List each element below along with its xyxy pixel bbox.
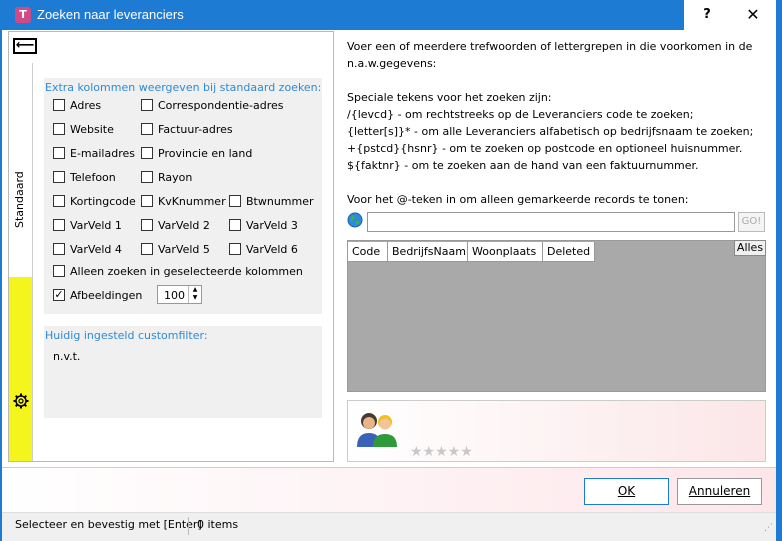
help-line: /{levcd} - om rechtstreeks op de Leveran… (347, 108, 694, 121)
status-hint: Selecteer en bevestig met [Enter] (15, 518, 202, 531)
help-line: Speciale tekens voor het zoeken zijn: (347, 91, 552, 104)
checkbox-box[interactable] (53, 99, 65, 111)
checkbox-varveld-1[interactable]: VarVeld 1 (53, 218, 122, 232)
window-title: Zoeken naar leveranciers (37, 7, 184, 22)
column-header-woonplaats[interactable]: Woonplaats (468, 242, 543, 262)
checkbox-correspondentie-adres[interactable]: Correspondentie-adres (141, 98, 284, 112)
ok-label: OK (617, 484, 636, 498)
checkbox-rayon[interactable]: Rayon (141, 170, 192, 184)
close-button[interactable]: ✕ (730, 0, 776, 30)
column-header-deleted[interactable]: Deleted (543, 242, 595, 262)
tab-settings[interactable] (9, 277, 33, 461)
tab-standaard[interactable]: Standaard (9, 63, 33, 277)
go-button[interactable]: GO! (738, 212, 765, 232)
checkbox-kortingcode[interactable]: Kortingcode (53, 194, 136, 208)
status-separator (188, 517, 189, 535)
checkbox-box[interactable] (53, 171, 65, 183)
checkbox-box[interactable] (141, 99, 153, 111)
column-header-code[interactable]: Code (348, 242, 388, 262)
status-bar: Selecteer en bevestig met [Enter] 0 item… (2, 512, 776, 541)
column-header-bedrijfsnaam[interactable]: BedrijfsNaam (388, 242, 468, 262)
image-size-value[interactable]: 100 (164, 289, 185, 302)
checkbox-varveld-6[interactable]: VarVeld 6 (229, 242, 298, 256)
checkbox-telefoon[interactable]: Telefoon (53, 170, 116, 184)
stepper-arrows[interactable]: ▲ ▼ (188, 286, 201, 303)
custom-filter-title: Huidig ingesteld customfilter: (45, 329, 208, 342)
collapse-panel-button[interactable]: ⟵ (13, 38, 37, 54)
photo-panel: ★★★★★ (347, 400, 766, 462)
cancel-button[interactable]: Annuleren (677, 478, 762, 505)
image-size-stepper[interactable]: 100 ▲ ▼ (157, 285, 202, 304)
checkbox-factuur-adres[interactable]: Factuur-adres (141, 122, 233, 136)
results-grid[interactable]: Code BedrijfsNaam Woonplaats Deleted (347, 240, 766, 392)
checkbox-alleen-geselecteerde-kolommen[interactable]: Alleen zoeken in geselecteerde kolommen (53, 264, 303, 278)
window-border-left (0, 30, 2, 541)
checkbox-box[interactable] (53, 123, 65, 135)
checkbox-box[interactable] (53, 265, 65, 277)
checkbox-e-mailadres[interactable]: E-mailadres (53, 146, 135, 160)
checkbox-box-checked[interactable]: ✓ (53, 289, 65, 301)
vertical-tab-strip: Standaard (9, 63, 33, 461)
checkbox-box[interactable] (141, 147, 153, 159)
checkbox-varveld-2[interactable]: VarVeld 2 (141, 218, 210, 232)
help-line: {letter[s]}* - om alle Leveranciers alfa… (347, 125, 754, 138)
status-count: 0 items (197, 518, 239, 531)
rating-stars[interactable]: ★★★★★ (410, 444, 473, 460)
checkbox-box[interactable] (141, 219, 153, 231)
checkbox-box[interactable] (141, 123, 153, 135)
options-panel: ⟵ Standaard Extra kolommen weergeven bij… (8, 31, 334, 462)
checkbox-afbeeldingen[interactable]: ✓ Afbeeldingen (53, 288, 142, 302)
checkbox-kvknummer[interactable]: KvKnummer (141, 194, 226, 208)
checkbox-box[interactable] (229, 219, 241, 231)
help-line: Voer een of meerdere trefwoorden of lett… (347, 40, 753, 53)
checkbox-varveld-3[interactable]: VarVeld 3 (229, 218, 298, 232)
tab-standaard-label: Standaard (13, 171, 26, 228)
resize-grip-icon[interactable]: ⋰ (764, 523, 773, 533)
help-button[interactable]: ? (684, 0, 730, 30)
checkbox-box[interactable] (53, 243, 65, 255)
checkbox-website[interactable]: Website (53, 122, 114, 136)
checkbox-varveld-5[interactable]: VarVeld 5 (141, 242, 210, 256)
checkbox-btwnummer[interactable]: Btwnummer (229, 194, 314, 208)
extra-columns-section: Extra kolommen weergeven bij standaard z… (44, 78, 322, 314)
checkbox-varveld-4[interactable]: VarVeld 4 (53, 242, 122, 256)
checkbox-box[interactable] (53, 147, 65, 159)
app-icon: T (15, 7, 31, 23)
checkbox-box[interactable] (141, 195, 153, 207)
custom-filter-section: Huidig ingesteld customfilter: n.v.t. (44, 326, 322, 418)
help-line: +{pstcd}{hsnr} - om te zoeken op postcod… (347, 142, 743, 155)
gear-icon[interactable] (13, 393, 29, 409)
extra-columns-title: Extra kolommen weergeven bij standaard z… (45, 81, 322, 94)
globe-icon (347, 212, 363, 228)
title-bar: T Zoeken naar leveranciers ? ✕ (0, 0, 782, 30)
checkbox-box[interactable] (141, 243, 153, 255)
help-line: Voor het @-teken in om alleen gemarkeerd… (347, 193, 689, 206)
window-border-right (776, 0, 782, 541)
help-line: n.a.w.gegevens: (347, 57, 437, 70)
alles-button[interactable]: Alles (734, 240, 766, 256)
checkbox-box[interactable] (53, 195, 65, 207)
ok-button[interactable]: OK (584, 478, 669, 505)
help-line: ${faktnr} - om te zoeken aan de hand van… (347, 159, 699, 172)
checkbox-box[interactable] (229, 195, 241, 207)
persons-icon (357, 413, 397, 447)
checkbox-provincie-en-land[interactable]: Provincie en land (141, 146, 252, 160)
checkbox-adres[interactable]: Adres (53, 98, 101, 112)
cancel-label: Annuleren (688, 484, 751, 498)
checkbox-box[interactable] (141, 171, 153, 183)
checkbox-box[interactable] (53, 219, 65, 231)
custom-filter-value: n.v.t. (53, 350, 81, 363)
search-input[interactable] (367, 212, 735, 232)
checkbox-box[interactable] (229, 243, 241, 255)
